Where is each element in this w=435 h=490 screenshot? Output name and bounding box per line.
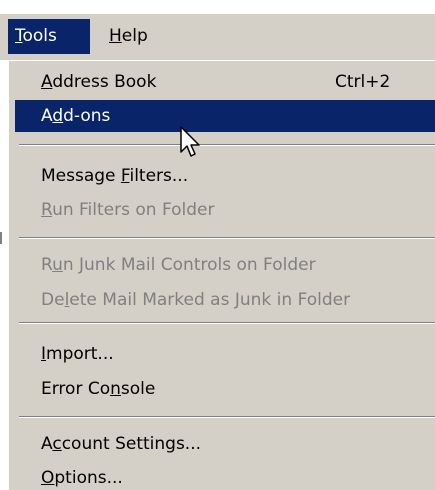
menu-item-label: ddress Book xyxy=(52,72,157,92)
menu-bar: Tools Help xyxy=(0,14,435,60)
mouse-pointer-icon xyxy=(180,126,200,157)
menu-item-error-console[interactable]: Error Console xyxy=(15,373,435,405)
menu-item-label: mport... xyxy=(46,344,114,364)
menu-item-import[interactable]: Import... xyxy=(15,338,435,370)
menu-help[interactable]: Help xyxy=(103,19,154,54)
menu-tools-accesskey: T xyxy=(15,26,23,46)
menu-item-label: un Filters on Folder xyxy=(52,200,215,220)
menu-item-label: sole xyxy=(120,379,156,399)
menu-item-label: n Junk Mail Controls on Folder xyxy=(62,255,316,275)
menu-item-accesskey: n xyxy=(110,379,121,399)
menu-help-label: elp xyxy=(121,26,148,46)
menu-item-label-pre: De xyxy=(41,290,65,310)
menu-tools-label: ools xyxy=(22,26,57,46)
menu-tools[interactable]: Tools xyxy=(8,19,90,54)
menu-item-accesskey: c xyxy=(52,434,62,454)
menu-item-label-pre: Message xyxy=(41,166,121,186)
menu-item-add-ons[interactable]: Add-ons xyxy=(15,100,435,132)
menu-item-options[interactable]: Options... xyxy=(15,462,435,490)
menu-item-run-filters-on-folder: Run Filters on Folder xyxy=(15,194,435,226)
menu-item-delete-junk-mail: Delete Mail Marked as Junk in Folder xyxy=(15,284,435,316)
menu-item-accesskey: d xyxy=(52,106,64,126)
menu-item-shortcut: Ctrl+2 xyxy=(335,72,391,92)
menu-separator xyxy=(19,144,435,146)
menu-help-accesskey: H xyxy=(109,26,122,46)
menu-item-label: count Settings... xyxy=(61,434,202,454)
menu-item-label-pre: A xyxy=(41,434,53,454)
menu-item-accesskey: A xyxy=(41,72,53,92)
screen: Tools Help Address Book Ctrl+2 Add-ons Me… xyxy=(0,0,435,490)
menu-item-accesskey: R xyxy=(41,200,53,220)
menu-item-account-settings[interactable]: Account Settings... xyxy=(15,428,435,460)
menu-separator xyxy=(19,322,435,324)
menu-item-label: ete Mail Marked as Junk in Folder xyxy=(69,290,351,310)
menu-item-label: d-ons xyxy=(63,106,111,126)
menu-item-run-junk-mail-controls: Run Junk Mail Controls on Folder xyxy=(15,249,435,281)
menu-item-label-pre: R xyxy=(41,255,53,275)
tools-dropdown-menu: Address Book Ctrl+2 Add-ons Message Filte… xyxy=(8,60,435,490)
menu-item-accesskey: u xyxy=(52,255,63,275)
menu-separator xyxy=(19,237,435,239)
menu-item-label: ptions... xyxy=(54,468,123,488)
menu-item-label-pre: A xyxy=(41,106,53,126)
menu-item-label-pre: Error Co xyxy=(41,379,111,399)
menu-item-message-filters[interactable]: Message Filters... xyxy=(15,160,435,192)
menu-item-label: ilters... xyxy=(129,166,189,186)
menu-separator xyxy=(19,416,435,418)
menu-item-address-book[interactable]: Address Book Ctrl+2 xyxy=(15,66,435,98)
left-edge-mark xyxy=(0,232,2,244)
menu-item-accesskey: O xyxy=(41,468,55,488)
